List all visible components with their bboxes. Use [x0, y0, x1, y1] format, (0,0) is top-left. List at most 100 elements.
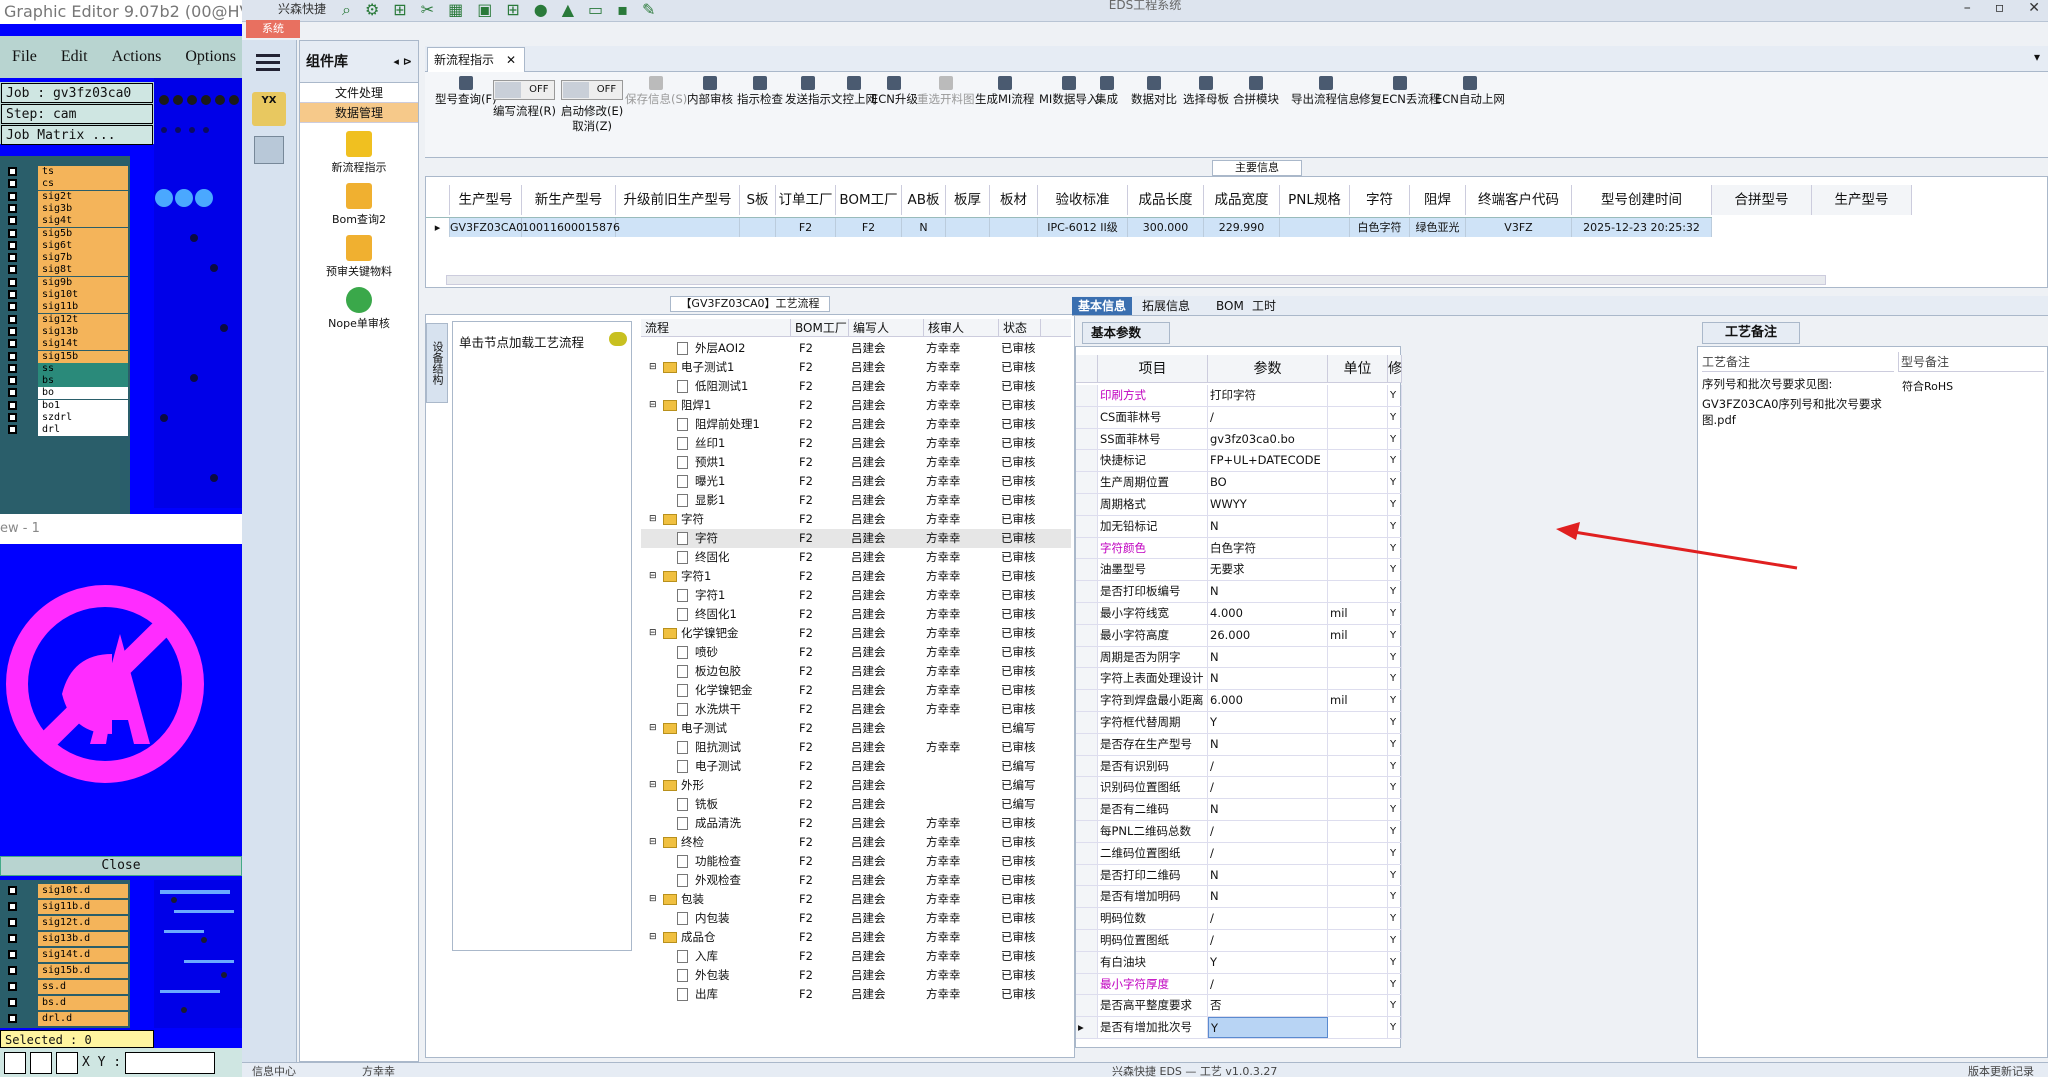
param-value[interactable]: /	[1208, 406, 1328, 428]
process-row[interactable]: 化学镍钯金 F2 吕建会 方幸幸 已审核	[641, 681, 1071, 700]
layer-row[interactable]: sig2t	[8, 190, 128, 203]
drill-layer-row[interactable]: sig14t.d	[8, 948, 128, 962]
grid-icon[interactable]	[56, 1051, 78, 1074]
drill-layer-list[interactable]: sig10t.d sig11b.d sig12t.d sig13b.d sig14t.d…	[0, 880, 130, 1028]
main-col-header[interactable]: 生产型号	[450, 185, 522, 215]
menu-file[interactable]: File	[0, 48, 49, 66]
param-value[interactable]: 打印字符	[1208, 385, 1328, 406]
expand-toggle-icon[interactable]: ⊟	[649, 567, 657, 586]
library-item-bom-query[interactable]: Bom查询2	[300, 183, 418, 227]
param-row[interactable]: CS面菲林号 / Y	[1076, 406, 1402, 429]
main-col-header[interactable]: S板	[740, 185, 776, 215]
process-row[interactable]: 内包装 F2 吕建会 方幸幸 已审核	[641, 909, 1071, 928]
layer-checkbox[interactable]	[8, 253, 17, 263]
toolbar-button-17[interactable]: 修复ECN丢流程	[1359, 76, 1440, 107]
param-value[interactable]: FP+UL+DATECODE	[1208, 450, 1328, 472]
close-button[interactable]: Close	[0, 856, 242, 876]
main-col-header[interactable]: 终端客户代码	[1466, 185, 1572, 215]
param-value[interactable]: /	[1208, 755, 1328, 777]
info-tab-1[interactable]: 拓展信息	[1136, 297, 1196, 315]
layer-checkbox[interactable]	[8, 265, 17, 275]
job-step[interactable]: Step: cam	[1, 104, 153, 124]
main-col-header[interactable]: AB板	[902, 185, 946, 215]
expand-toggle-icon[interactable]: ⊟	[649, 719, 657, 738]
expand-toggle-icon[interactable]: ⊟	[649, 624, 657, 643]
process-row[interactable]: 功能检查 F2 吕建会 方幸幸 已审核	[641, 852, 1071, 871]
layer-row[interactable]: sig8t	[8, 264, 128, 277]
param-row[interactable]: 最小字符高度 26.000 mil Y	[1076, 624, 1402, 647]
param-value[interactable]: gv3fz03ca0.bo	[1208, 428, 1328, 450]
drill-layer-row[interactable]: bs.d	[8, 996, 128, 1010]
param-row[interactable]: 识别码位置图纸 / Y	[1076, 777, 1402, 800]
layer-row[interactable]: sig12t	[8, 313, 128, 326]
process-row[interactable]: 阻抗测试 F2 吕建会 方幸幸 已审核	[641, 738, 1071, 757]
process-row[interactable]: 喷砂 F2 吕建会 方幸幸 已审核	[641, 643, 1071, 662]
toolbar-button-9[interactable]: 重选开料图	[917, 76, 975, 107]
param-row[interactable]: 最小字符线宽 4.000 mil Y	[1076, 603, 1402, 625]
param-row[interactable]: 是否有识别码 / Y	[1076, 755, 1402, 778]
param-row[interactable]: 是否打印板编号 N Y	[1076, 581, 1402, 603]
type-note-text[interactable]: 符合RoHS	[1902, 378, 1953, 394]
layer-row[interactable]: sig7b	[8, 252, 128, 265]
layer-row[interactable]: szdrl	[8, 412, 128, 424]
hamburger-menu-icon[interactable]	[256, 54, 280, 72]
param-row[interactable]: 是否高平整度要求否 Y	[1076, 995, 1402, 1018]
param-value[interactable]: /	[1208, 973, 1328, 995]
layer-row[interactable]: drl	[8, 424, 128, 437]
process-row[interactable]: ⊟ 电子测试1 F2 吕建会 方幸幸 已审核	[641, 358, 1071, 377]
main-col-header[interactable]: 型号创建时间	[1572, 185, 1712, 215]
layer-row[interactable]: sig4t	[8, 215, 128, 228]
layer-checkbox[interactable]	[8, 388, 17, 398]
layer-row[interactable]: sig9b	[8, 276, 128, 289]
info-tab-0[interactable]: 基本信息	[1072, 297, 1133, 315]
param-row[interactable]: 有白油块 Y Y	[1076, 951, 1402, 974]
toolbar-button-0[interactable]: 型号查询(F)	[435, 76, 497, 107]
process-row[interactable]: 成品清洗 F2 吕建会 方幸幸 已审核	[641, 814, 1071, 833]
drill-layer-row[interactable]: sig15b.d	[8, 964, 128, 978]
param-row[interactable]: 字符框代替周期 Y Y	[1076, 712, 1402, 734]
param-row[interactable]: 是否打印二维码 N Y	[1076, 864, 1402, 887]
main-col-header[interactable]: 升级前旧生产型号	[616, 185, 740, 215]
param-value[interactable]: BO	[1208, 472, 1328, 493]
layer-checkbox[interactable]	[8, 982, 17, 991]
process-row[interactable]: ⊟ 成品仓 F2 吕建会 方幸幸 已审核	[641, 928, 1071, 947]
process-row[interactable]: ⊟ 电子测试 F2 吕建会 已编写	[641, 719, 1071, 738]
library-section-file[interactable]: 文件处理	[300, 83, 418, 103]
toolbar-button-6[interactable]: 发送指示	[785, 76, 831, 107]
layer-checkbox[interactable]	[8, 326, 17, 336]
merge-col-header[interactable]: 合拼型号	[1712, 185, 1812, 215]
expand-toggle-icon[interactable]: ⊟	[649, 396, 657, 415]
expand-toggle-icon[interactable]: ⊟	[649, 510, 657, 529]
param-value[interactable]: /	[1208, 930, 1328, 951]
main-col-header[interactable]: 新生产型号	[522, 185, 616, 215]
tab-menu-icon[interactable]: ▾	[2034, 50, 2040, 64]
process-row[interactable]: 阻焊前处理1 F2 吕建会 方幸幸 已审核	[641, 415, 1071, 434]
main-cell[interactable]: F2	[836, 218, 902, 237]
layer-checkbox[interactable]	[8, 425, 17, 435]
layer-row[interactable]: sig6t	[8, 239, 128, 252]
param-col-header[interactable]: 项目	[1098, 355, 1208, 382]
param-row[interactable]: 生产周期位置 BO Y	[1076, 472, 1402, 494]
menu-options[interactable]: Options	[173, 48, 242, 66]
process-row[interactable]: 水洗烘干 F2 吕建会 方幸幸 已审核	[641, 700, 1071, 719]
main-info-scrollbar[interactable]	[446, 275, 1826, 285]
main-col-header[interactable]: 板厚	[946, 185, 990, 215]
main-cell[interactable]	[1280, 218, 1350, 237]
process-row[interactable]: ⊟ 终检 F2 吕建会 方幸幸 已审核	[641, 833, 1071, 852]
layer-checkbox[interactable]	[8, 376, 17, 386]
expand-toggle-icon[interactable]: ⊟	[649, 928, 657, 947]
close-window-icon[interactable]: ✕	[2028, 0, 2040, 16]
toolbar-button-14[interactable]: 选择母板	[1183, 76, 1229, 107]
layer-checkbox[interactable]	[8, 203, 17, 213]
process-row[interactable]: 曝光1 F2 吕建会 方幸幸 已审核	[641, 472, 1071, 491]
param-value[interactable]: WWYY	[1208, 494, 1328, 515]
merge-col-header[interactable]: 生产型号	[1812, 185, 1912, 215]
toolbar-button-4[interactable]: 内部审核	[687, 76, 733, 107]
layer-checkbox[interactable]	[8, 934, 17, 943]
toolbar-button-18[interactable]: ECN自动上网	[1435, 76, 1505, 107]
param-row[interactable]: 最小字符厚度 / Y	[1076, 973, 1402, 996]
zoom-fit-icon[interactable]	[4, 1051, 26, 1074]
drill-layer-row[interactable]: sig10t.d	[8, 884, 128, 898]
param-row[interactable]: 周期格式 WWYY Y	[1076, 494, 1402, 516]
off-toggle[interactable]: OFF	[493, 80, 556, 100]
